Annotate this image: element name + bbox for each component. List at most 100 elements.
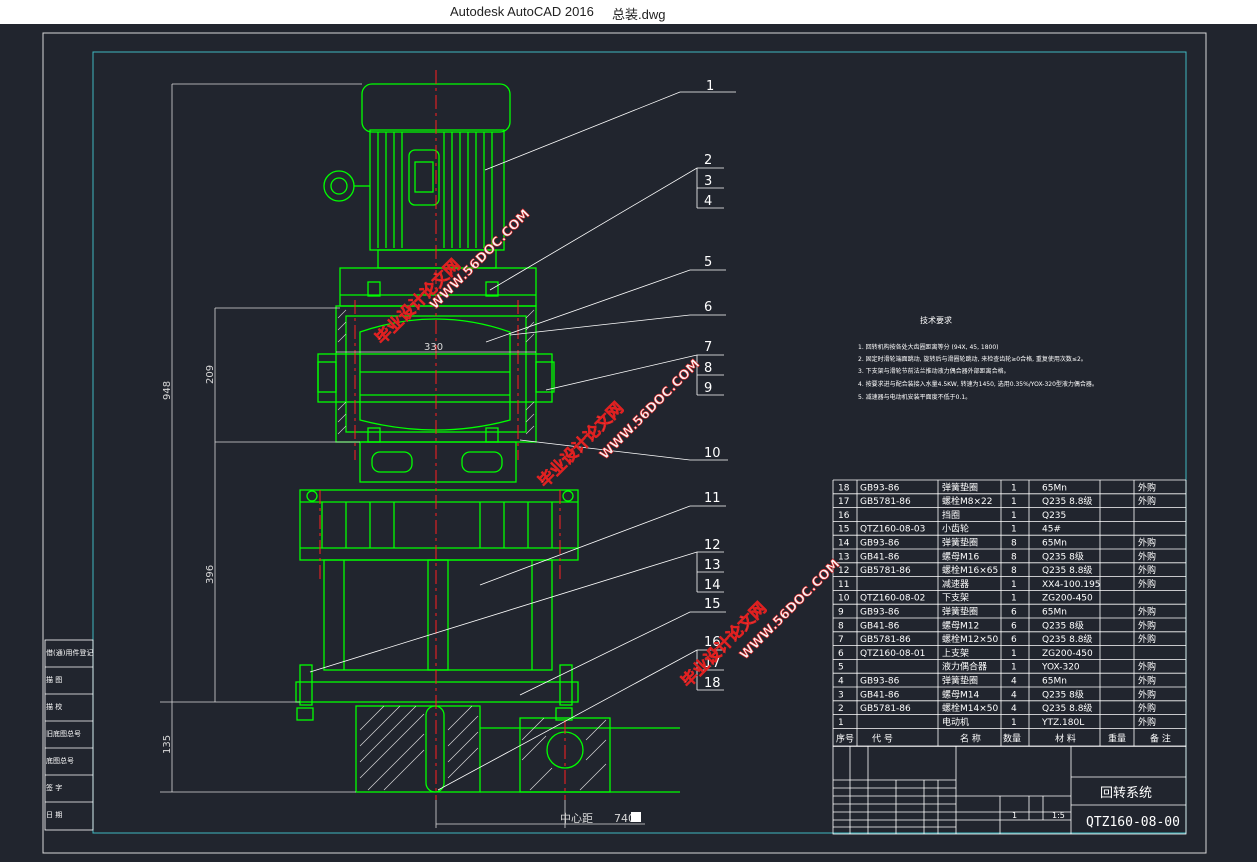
bom-cell: 15 (838, 525, 849, 535)
bom-cell: 4 (1011, 704, 1017, 714)
bom-cell: 45# (1042, 525, 1061, 535)
svg-text:旧底图总号: 旧底图总号 (46, 729, 81, 738)
svg-text:签 字: 签 字 (46, 783, 62, 792)
left-block-labels: 借(通)用件登记 描 图 描 校 旧底图总号 底图总号 签 字 日 期 (46, 648, 93, 819)
svg-text:描 校: 描 校 (46, 702, 62, 711)
bom-cell: 5 (838, 663, 844, 673)
bom-cell: GB5781-86 (860, 497, 911, 507)
bom-cell: 8 (1011, 552, 1017, 562)
bom-cell: 上支架 (942, 647, 969, 659)
bom-cell: 挡圈 (942, 509, 960, 521)
tech-requirements: 技术要求 1. 回转机构按各处大齿圈距离等分 (94X, 45, 1800) 2… (858, 315, 1098, 401)
bom-cell: GB93-86 (860, 539, 900, 549)
callout-1: 1 (706, 79, 714, 94)
callout-11: 11 (704, 491, 721, 506)
bom-cell: 10 (838, 594, 850, 604)
callout-18: 18 (704, 676, 721, 691)
gear-section (355, 705, 680, 793)
bom-header-cell: 数量 (1003, 732, 1021, 744)
svg-text:底图总号: 底图总号 (46, 756, 74, 765)
bom-cell: 外购 (1138, 688, 1156, 700)
bom-cell: 65Mn (1042, 677, 1067, 687)
callout-15: 15 (704, 597, 721, 612)
drawing-canvas[interactable]: 948 209 396 135 330 中心距 740 1 2 3 4 5 6 … (0, 24, 1257, 858)
bom-cell: GB41-86 (860, 690, 900, 700)
reducer (299, 441, 579, 561)
bom-cell: 4 (1011, 677, 1017, 687)
bom-cell: 外购 (1138, 661, 1156, 673)
bom-cell: 1 (1011, 594, 1017, 604)
bom-cell: 外购 (1138, 495, 1156, 507)
bom-cell: 1 (838, 718, 844, 728)
bom-cell: Q235 8级 (1042, 619, 1084, 631)
bom-cell: 16 (838, 511, 850, 521)
callout-10: 10 (704, 446, 721, 461)
bom-cell: YOX-320 (1041, 663, 1080, 673)
bom-cell: 1 (1011, 511, 1017, 521)
dim-948: 948 (162, 381, 173, 400)
bom-cell: 6 (1011, 635, 1017, 645)
bom-cell: 1 (1011, 663, 1017, 673)
svg-text:2. 固定时滑轮端面跳动, 旋转后与滑圈轮跳动, 来检查齿轮: 2. 固定时滑轮端面跳动, 旋转后与滑圈轮跳动, 来检查齿轮≥0合格, 重复使用… (858, 355, 1087, 363)
bom-cell: 外购 (1138, 716, 1156, 728)
bom-cell: 螺栓M14×50 (942, 702, 998, 714)
svg-text:1. 回转机构按各处大齿圈距离等分 (94X, 45, 18: 1. 回转机构按各处大齿圈距离等分 (94X, 45, 1800) (858, 343, 999, 351)
bom-cell: ZG200-450 (1042, 649, 1093, 659)
bom-cell: 外购 (1138, 633, 1156, 645)
svg-text:WWW.56DOC.COM: WWW.56DOC.COM (427, 207, 533, 313)
tech-title: 技术要求 (920, 315, 952, 325)
bom-cell: 螺母M12 (942, 620, 979, 631)
dim-330: 330 (424, 342, 443, 353)
bom-cell: 2 (838, 704, 844, 714)
bom-cell: Q235 8.8级 (1042, 564, 1092, 576)
app-title: Autodesk AutoCAD 2016 (450, 4, 594, 19)
bom-cell: GB5781-86 (860, 704, 911, 714)
drawing-svg[interactable]: 948 209 396 135 330 中心距 740 1 2 3 4 5 6 … (0, 24, 1257, 858)
bom-cell: Q235 (1042, 511, 1066, 521)
file-title: 总装.dwg (612, 7, 666, 22)
bom-cell: 13 (838, 552, 849, 562)
center-distance-label: 中心距 (560, 812, 593, 825)
bom-cell: ZG200-450 (1042, 594, 1093, 604)
bom-cell: 65Mn (1042, 539, 1067, 549)
bom-cell: GB93-86 (860, 483, 900, 493)
bom-header-cell: 名 称 (960, 732, 981, 744)
callout-3: 3 (704, 174, 712, 189)
bom-cell: 小齿轮 (942, 523, 969, 535)
drawing-scale: 1:5 (1052, 811, 1065, 820)
bom-cell: 14 (838, 539, 850, 549)
bom-cell: 螺栓M16×65 (942, 564, 998, 576)
motor-drawing (323, 83, 537, 307)
drawing-qty: 1 (1012, 811, 1017, 820)
bom-cell: 17 (838, 497, 849, 507)
bom-cell: 18 (838, 483, 850, 493)
svg-text:借(通)用件登记: 借(通)用件登记 (46, 648, 93, 657)
bom-cell: 外购 (1138, 550, 1156, 562)
bom-cell: GB93-86 (860, 677, 900, 687)
callout-7: 7 (704, 340, 712, 355)
center-lines (319, 70, 566, 800)
callout-2: 2 (704, 153, 712, 168)
bom-header-cell: 备 注 (1150, 732, 1171, 744)
bom-cell: 弹簧垫圈 (942, 537, 978, 549)
callout-8: 8 (704, 361, 712, 376)
cursor-block (631, 812, 641, 822)
bom-cell: 6 (838, 649, 844, 659)
bom-cell: 螺栓M8×22 (942, 495, 993, 507)
svg-text:5. 减速器与电动机安装平面度不低于0.1。: 5. 减速器与电动机安装平面度不低于0.1。 (858, 393, 971, 401)
inner-frame (92, 51, 1187, 834)
lower-support (295, 559, 579, 721)
bom-cell: 外购 (1138, 481, 1156, 493)
bom-cell: 1 (1011, 497, 1017, 507)
bom-cell: 6 (1011, 621, 1017, 631)
callout-4: 4 (704, 194, 712, 209)
bom-cell: 1 (1011, 649, 1017, 659)
bom-cell: 外购 (1138, 606, 1156, 618)
callout-14: 14 (704, 578, 721, 593)
bom-header-cell: 序号 (836, 732, 854, 744)
bom-cell: 8 (1011, 539, 1017, 549)
bom-cell: GB5781-86 (860, 566, 911, 576)
svg-text:描 图: 描 图 (46, 675, 62, 684)
bom-cell: GB41-86 (860, 552, 900, 562)
bom-cell: 螺母M14 (942, 689, 979, 700)
